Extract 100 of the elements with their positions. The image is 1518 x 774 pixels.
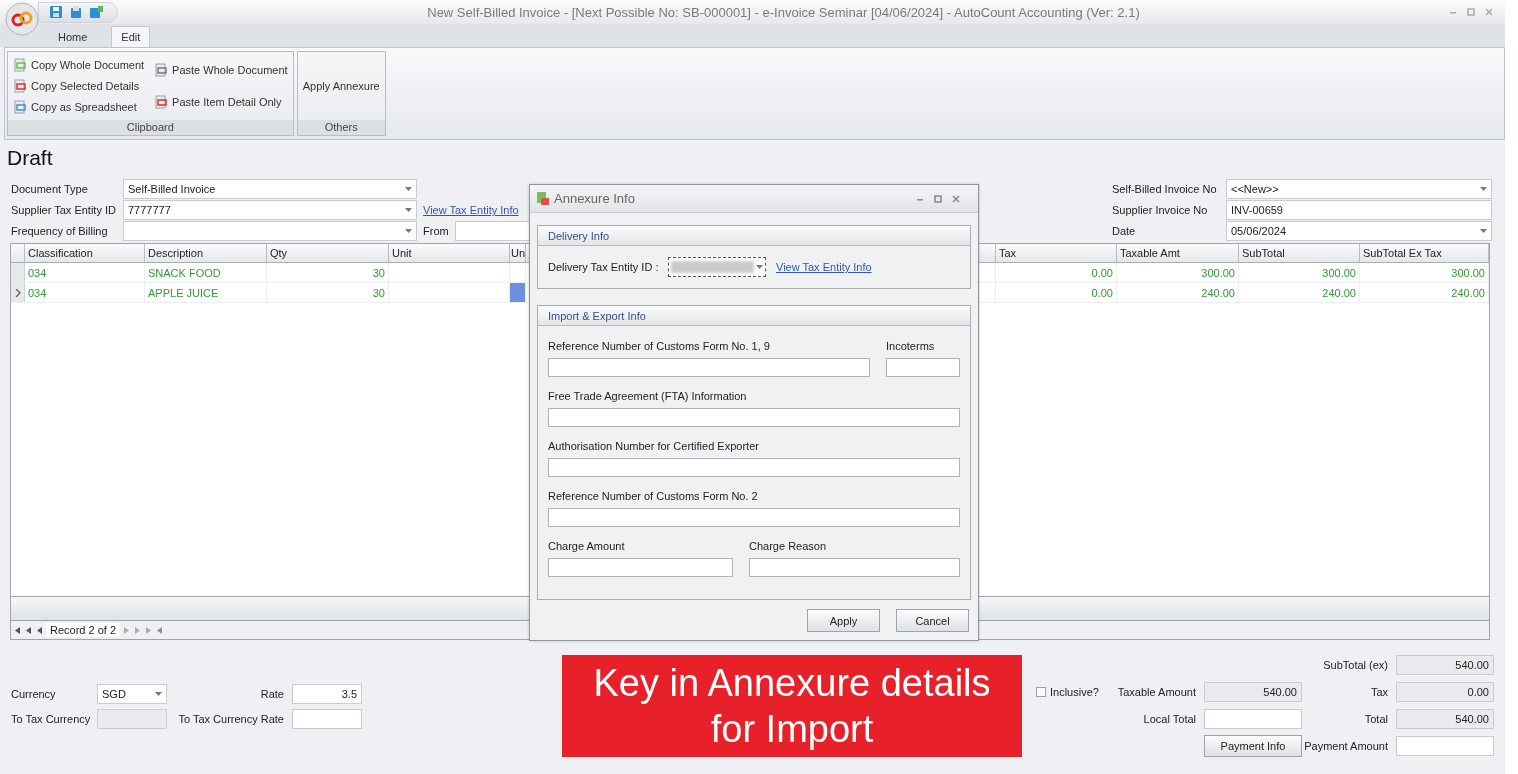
- table-cell: 034: [25, 283, 145, 302]
- ribbon-button[interactable]: Paste Whole Document: [152, 62, 290, 78]
- field-label: Payment Amount: [1303, 740, 1389, 752]
- input-field[interactable]: [548, 358, 870, 377]
- column-header[interactable]: SubTotal: [1239, 244, 1360, 262]
- input-field[interactable]: [548, 508, 960, 527]
- input-field[interactable]: [292, 709, 362, 729]
- input-field[interactable]: 3.5: [292, 684, 362, 704]
- ribbon-button[interactable]: Copy Selected Details: [11, 78, 147, 94]
- table-cell: 300.00: [1360, 263, 1489, 282]
- field-label: Tax: [1369, 686, 1389, 698]
- column-header[interactable]: SubTotal Ex Tax: [1360, 244, 1489, 262]
- table-cell: 300.00: [1117, 263, 1239, 282]
- field-label: Authorisation Number for Certified Exporter: [548, 440, 760, 452]
- ribbon-button[interactable]: Apply Annexure: [300, 79, 382, 93]
- dropdown-caret-icon[interactable]: [405, 208, 412, 212]
- field-label: Free Trade Agreement (FTA) Information: [548, 390, 748, 402]
- document-icon: [13, 100, 27, 115]
- inclusive-checkbox[interactable]: Inclusive?: [1036, 686, 1116, 698]
- view-tax-entity-link[interactable]: View Tax Entity Info: [776, 261, 872, 273]
- input-field[interactable]: 540.00: [1396, 655, 1494, 675]
- caption-banner: Key in Annexure details for Import: [562, 655, 1022, 757]
- document-icon: [154, 63, 169, 77]
- field-label: Frequency of Billing: [11, 225, 109, 237]
- dialog-button[interactable]: Cancel: [896, 609, 969, 632]
- payment-info-button[interactable]: Payment Info: [1204, 735, 1302, 757]
- group-caption: Clipboard: [8, 120, 293, 135]
- column-header[interactable]: Qty: [267, 244, 389, 262]
- dropdown-caret-icon[interactable]: [405, 187, 412, 191]
- column-header[interactable]: Classification: [25, 244, 145, 262]
- field-label: Supplier Tax Entity ID: [11, 204, 117, 216]
- field-label: Supplier Invoice No: [1112, 204, 1209, 216]
- dropdown-caret-icon[interactable]: [756, 265, 763, 269]
- window-title: New Self-Billed Invoice - [Next Possible No: SB-000001] - e-Invoice Seminar [04/06/2024] - AutoCount Accounting (Ver: 2.1): [426, 4, 1141, 20]
- table-cell: SNACK FOOD: [145, 263, 267, 282]
- table-cell: 240.00: [1117, 283, 1239, 302]
- field-label: Currency: [11, 688, 57, 700]
- field-label: From: [423, 225, 449, 237]
- field-label: Reference Number of Customs Form No. 2: [548, 490, 759, 502]
- column-header[interactable]: Unit: [389, 244, 510, 262]
- ribbon-tab[interactable]: Edit: [111, 26, 151, 47]
- table-cell: 240.00: [1360, 283, 1489, 302]
- maximize-icon[interactable]: [934, 194, 942, 203]
- input-field[interactable]: [1204, 709, 1302, 729]
- field-label: Delivery Tax Entity ID :: [548, 261, 658, 273]
- input-field[interactable]: 0.00: [1396, 682, 1494, 702]
- dialog-button[interactable]: Apply: [807, 609, 880, 632]
- field-label: Rate: [259, 688, 285, 700]
- ribbon-button[interactable]: Copy as Spreadsheet: [11, 99, 147, 116]
- field-label: To Tax Currency: [11, 713, 92, 725]
- dropdown-field[interactable]: 7777777: [123, 200, 417, 220]
- dropdown-field[interactable]: Self-Billed Invoice: [123, 179, 417, 199]
- dropdown-field[interactable]: 05/06/2024: [1226, 221, 1492, 241]
- view-tax-entity-link[interactable]: View Tax Entity Info: [423, 204, 519, 216]
- selected-cell[interactable]: [510, 283, 526, 302]
- input-field[interactable]: 540.00: [1396, 709, 1494, 729]
- input-field[interactable]: [1396, 736, 1494, 756]
- column-header[interactable]: Un: [510, 244, 526, 262]
- input-field[interactable]: [548, 408, 960, 427]
- table-cell: 30: [267, 263, 389, 282]
- dropdown-field[interactable]: <<New>>: [1226, 179, 1492, 199]
- dropdown-field[interactable]: SGD: [97, 684, 167, 704]
- input-field[interactable]: [548, 558, 733, 577]
- ribbon-tab[interactable]: Home: [48, 26, 98, 47]
- row-indicator[interactable]: [11, 283, 25, 302]
- dropdown-field[interactable]: [668, 257, 766, 277]
- dialog-icon: [536, 191, 550, 206]
- column-header[interactable]: Tax: [996, 244, 1117, 262]
- dropdown-caret-icon[interactable]: [405, 229, 412, 233]
- column-header[interactable]: Taxable Amt: [1117, 244, 1239, 262]
- input-field[interactable]: [97, 709, 167, 729]
- field-label: Incoterms: [886, 340, 936, 352]
- field-label: SubTotal (ex): [1322, 659, 1389, 671]
- field-label: Total: [1363, 713, 1389, 725]
- input-field[interactable]: [749, 558, 960, 577]
- dropdown-caret-icon[interactable]: [155, 692, 162, 696]
- scroll-left-icon[interactable]: [155, 625, 165, 635]
- close-icon[interactable]: [1485, 8, 1493, 16]
- table-cell: 300.00: [1239, 263, 1360, 282]
- input-field[interactable]: INV-00659: [1226, 200, 1492, 220]
- document-icon: [13, 57, 27, 72]
- table-cell: 0.00: [996, 263, 1117, 282]
- close-icon[interactable]: [952, 194, 960, 203]
- input-field[interactable]: 540.00: [1204, 682, 1302, 702]
- input-field[interactable]: [548, 458, 960, 477]
- field-label: Date: [1112, 225, 1137, 237]
- dropdown-caret-icon[interactable]: [1480, 187, 1487, 191]
- table-cell: 240.00: [1239, 283, 1360, 302]
- dropdown-caret-icon[interactable]: [1480, 229, 1487, 233]
- input-field[interactable]: [886, 358, 960, 377]
- field-label: To Tax Currency Rate: [177, 713, 285, 725]
- ribbon-button[interactable]: Copy Whole Document: [11, 56, 147, 73]
- table-cell: APPLE JUICE: [145, 283, 267, 302]
- maximize-icon[interactable]: [1467, 8, 1475, 16]
- column-header[interactable]: Description: [145, 244, 267, 262]
- ribbon-button[interactable]: Paste Item Detail Only: [152, 94, 290, 110]
- field-label: Taxable Amount: [1116, 686, 1197, 698]
- field-label: Local Total: [1142, 713, 1197, 725]
- table-cell: 30: [267, 283, 389, 302]
- table-cell: 0.00: [996, 283, 1117, 302]
